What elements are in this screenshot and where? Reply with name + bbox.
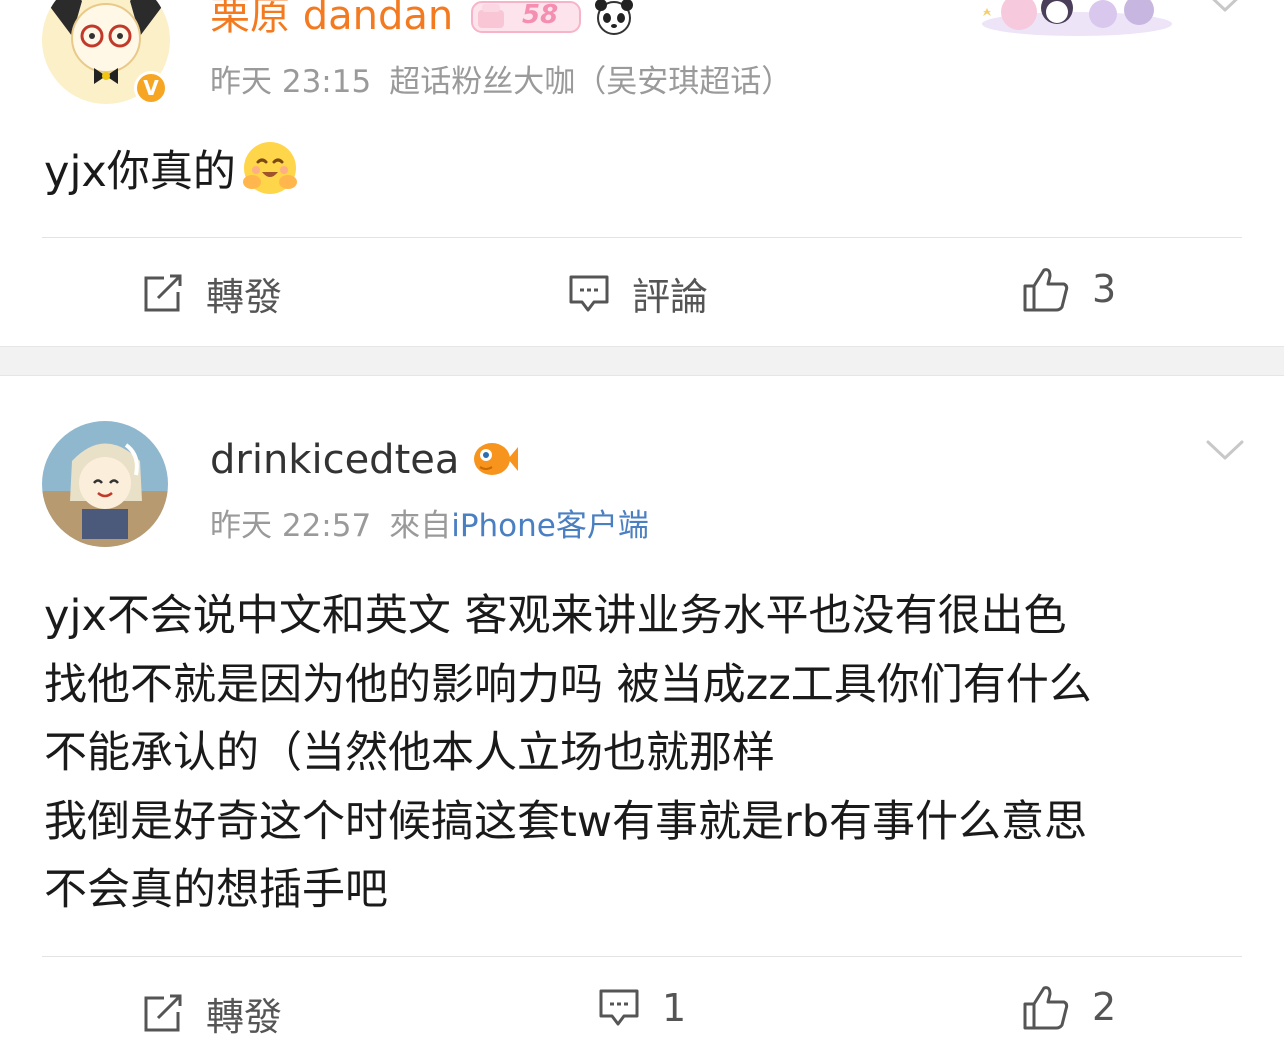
comment-text: yjx你真的	[44, 140, 298, 210]
timestamp: 昨天 22:57	[210, 508, 372, 544]
post-meta: 昨天 22:57 來自iPhone客户端	[210, 506, 649, 546]
panda-icon	[592, 0, 636, 40]
comment-line: yjx不会说中文和英文 客观来讲业务水平也没有很出色	[44, 591, 1067, 641]
level-badge: 58	[470, 0, 582, 36]
like-button[interactable]: 2	[1022, 984, 1116, 1030]
divider	[42, 956, 1242, 957]
comment-line: 找他不就是因为他的影响力吗 被当成zz工具你们有什么	[44, 659, 1092, 710]
like-icon	[1023, 986, 1069, 1030]
username[interactable]: 栗原 dandan	[210, 0, 453, 40]
source-link[interactable]: iPhone客户端	[451, 508, 649, 544]
repost-button[interactable]: 轉發	[142, 986, 282, 1041]
comment-icon	[569, 275, 609, 311]
avatar[interactable]	[42, 421, 168, 547]
post-meta: 昨天 23:15 超话粉丝大咖（吴安琪超话）	[210, 62, 792, 102]
fish-icon	[472, 439, 518, 483]
divider	[42, 237, 1242, 238]
chevron-down-icon[interactable]	[1206, 438, 1244, 466]
comment-icon	[599, 989, 639, 1026]
timestamp: 昨天 23:15	[210, 64, 372, 100]
card-decoration	[975, 0, 1180, 46]
comment-line: 不会真的想插手吧	[44, 865, 388, 915]
repost-button[interactable]: 轉發	[142, 266, 282, 321]
repost-icon	[144, 994, 182, 1031]
comment-card: drinkicedtea 昨天 22:57 來自iPhone客户端 yjx不会说中…	[0, 376, 1284, 1062]
card-separator	[0, 346, 1284, 376]
comment-line: 不能承认的（当然他本人立场也就那样	[44, 728, 775, 778]
like-icon	[1023, 268, 1069, 312]
emoji-hug-icon	[242, 140, 298, 210]
username[interactable]: drinkicedtea	[210, 436, 459, 484]
like-button[interactable]: 3	[1022, 266, 1116, 312]
comment-line: 我倒是好奇这个时候搞这套tw有事就是rb有事什么意思	[44, 796, 1088, 847]
source-prefix: 來自	[389, 508, 452, 544]
comment-card: V 栗原 dandan 58 昨天 23:15 超话粉丝大咖（吴安琪超话） yj…	[0, 0, 1284, 346]
repost-icon	[144, 274, 182, 311]
chevron-down-icon[interactable]	[1206, 0, 1244, 18]
comment-button[interactable]: 1	[598, 986, 686, 1030]
comment-text: yjx不会说中文和英文 客观来讲业务水平也没有很出色 找他不就是因为他的影响力吗…	[44, 582, 1092, 925]
source-label[interactable]: 超话粉丝大咖（吴安琪超话）	[389, 64, 792, 100]
comment-button[interactable]: 評論	[568, 266, 708, 321]
verified-badge-icon: V	[134, 71, 168, 105]
